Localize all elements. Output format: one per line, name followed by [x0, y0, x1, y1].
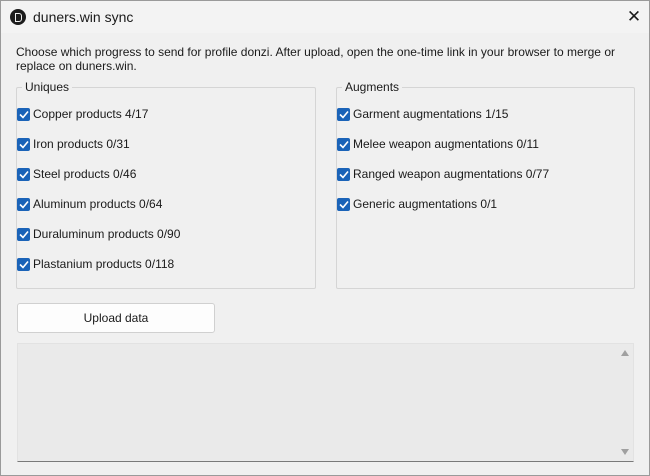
checkbox-label: Iron products 0/31 — [33, 137, 130, 151]
checkbox-ranged-weapon-augmentations[interactable]: Ranged weapon augmentations 0/77 — [337, 166, 549, 182]
checkbox-label: Duraluminum products 0/90 — [33, 227, 181, 241]
checkbox-label: Ranged weapon augmentations 0/77 — [353, 167, 550, 181]
scroll-down-arrow-icon[interactable] — [621, 449, 629, 455]
checkbox-garment-augmentations[interactable]: Garment augmentations 1/15 — [337, 106, 508, 122]
checkbox-label: Plastanium products 0/118 — [33, 257, 175, 271]
checkbox-steel-products[interactable]: Steel products 0/46 — [17, 166, 136, 182]
checkbox-duraluminum-products[interactable]: Duraluminum products 0/90 — [17, 226, 180, 242]
checkbox-copper-products[interactable]: Copper products 4/17 — [17, 106, 148, 122]
checkbox-label: Garment augmentations 1/15 — [353, 107, 509, 121]
checkbox-checked-icon[interactable] — [337, 197, 350, 211]
checkbox-label: Copper products 4/17 — [33, 107, 149, 121]
checkbox-generic-augmentations[interactable]: Generic augmentations 0/1 — [337, 196, 497, 212]
checkbox-melee-weapon-augmentations[interactable]: Melee weapon augmentations 0/11 — [337, 136, 539, 152]
augments-group: Augments Garment augmentations 1/15 Mele… — [336, 80, 635, 289]
title-bar: duners.win sync ✕ — [1, 1, 649, 33]
checkbox-label: Generic augmentations 0/1 — [353, 197, 498, 211]
checkbox-checked-icon[interactable] — [17, 167, 30, 181]
checkbox-iron-products[interactable]: Iron products 0/31 — [17, 136, 130, 152]
checkbox-checked-icon[interactable] — [337, 167, 350, 181]
app-logo-icon — [10, 9, 26, 25]
intro-text: Choose which progress to send for profil… — [16, 45, 615, 73]
checkbox-aluminum-products[interactable]: Aluminum products 0/64 — [17, 196, 162, 212]
checkbox-label: Steel products 0/46 — [33, 167, 137, 181]
scroll-up-arrow-icon[interactable] — [621, 350, 629, 356]
checkbox-checked-icon[interactable] — [17, 257, 30, 271]
window-title: duners.win sync — [33, 9, 134, 25]
upload-data-button[interactable]: Upload data — [17, 303, 215, 333]
checkbox-label: Melee weapon augmentations 0/11 — [353, 137, 539, 151]
checkbox-plastanium-products[interactable]: Plastanium products 0/118 — [17, 256, 174, 272]
checkbox-checked-icon[interactable] — [17, 227, 30, 241]
checkbox-checked-icon[interactable] — [337, 137, 350, 151]
checkbox-checked-icon[interactable] — [337, 107, 350, 121]
log-scrollbar[interactable] — [617, 344, 633, 461]
uniques-group: Uniques Copper products 4/17 Iron produc… — [16, 80, 316, 289]
checkbox-checked-icon[interactable] — [17, 137, 30, 151]
checkbox-label: Aluminum products 0/64 — [33, 197, 163, 211]
checkbox-checked-icon[interactable] — [17, 197, 30, 211]
app-window: duners.win sync ✕ Choose which progress … — [0, 0, 650, 476]
augments-group-label: Augments — [342, 80, 403, 94]
uniques-group-label: Uniques — [22, 80, 73, 94]
close-icon[interactable]: ✕ — [619, 1, 649, 33]
log-output-textarea[interactable] — [17, 343, 634, 462]
checkbox-checked-icon[interactable] — [17, 107, 30, 121]
